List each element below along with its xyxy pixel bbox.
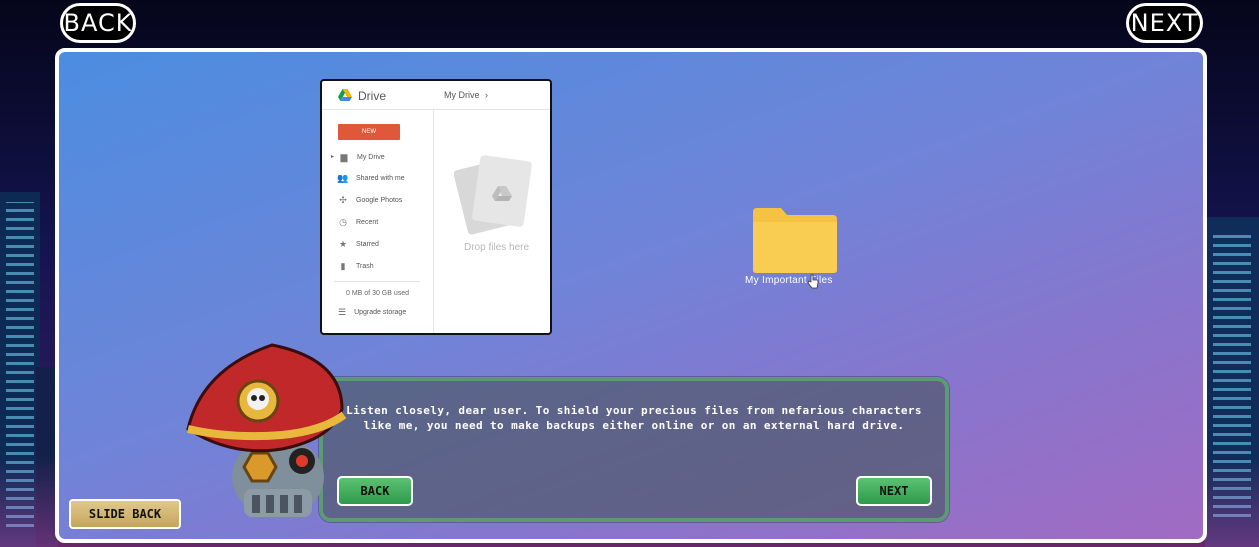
sidebar-item-recent[interactable]: ◷ Recent xyxy=(338,215,378,229)
storage-quota: 0 MB of 30 GB used xyxy=(346,290,410,297)
drive-new-button[interactable]: NEW xyxy=(338,124,400,140)
top-back-button[interactable]: BACK xyxy=(60,3,136,43)
slide-panel: Drive My Drive › NEW ▸ ▆ My Drive 👥 Shared… xyxy=(55,48,1207,543)
top-next-button[interactable]: NEXT xyxy=(1126,3,1203,43)
drive-breadcrumb[interactable]: My Drive › xyxy=(444,90,488,100)
sidebar-item-my-drive[interactable]: ▆ My Drive xyxy=(339,150,385,164)
drop-zone[interactable]: Drop files here xyxy=(434,110,550,333)
sidebar-item-google-photos[interactable]: ✣ Google Photos xyxy=(338,193,402,207)
clock-icon: ◷ xyxy=(339,216,347,227)
sidebar-divider xyxy=(334,281,420,282)
chevron-right-icon: › xyxy=(485,90,489,100)
folder-icon: ▆ xyxy=(340,151,348,162)
folder-icon[interactable] xyxy=(751,206,839,274)
pirate-skull-character xyxy=(186,343,347,517)
dialog-next-button[interactable]: NEXT xyxy=(856,476,932,506)
drive-sidebar: NEW ▸ ▆ My Drive 👥 Shared with me ✣ Google … xyxy=(322,110,434,333)
google-drive-screenshot: Drive My Drive › NEW ▸ ▆ My Drive 👥 Shared… xyxy=(320,79,552,335)
sidebar-item-shared-with-me[interactable]: 👥 Shared with me xyxy=(337,171,404,185)
drive-header: Drive My Drive › xyxy=(322,81,550,110)
folder-label[interactable]: My Important Files xyxy=(745,275,833,286)
slide-back-button[interactable]: SLIDE BACK xyxy=(69,499,181,529)
drop-files-text: Drop files here xyxy=(464,242,530,253)
drive-logo-icon xyxy=(338,89,352,101)
expand-arrow-icon[interactable]: ▸ xyxy=(331,153,334,160)
sidebar-item-starred[interactable]: ★ Starred xyxy=(338,237,379,251)
dialog-box: Listen closely, dear user. To shield you… xyxy=(319,377,949,522)
trash-icon: ▮ xyxy=(340,260,346,271)
sidebar-item-trash[interactable]: ▮ Trash xyxy=(338,259,374,273)
people-icon: 👥 xyxy=(337,172,349,183)
cursor-hand-icon xyxy=(807,274,819,289)
storage-icon: ☰ xyxy=(338,307,347,317)
pinwheel-icon: ✣ xyxy=(339,194,347,205)
dialog-text: Listen closely, dear user. To shield you… xyxy=(346,404,922,432)
star-icon: ★ xyxy=(338,238,348,249)
drop-files-icon xyxy=(454,155,532,235)
drive-title: Drive xyxy=(358,89,387,103)
upgrade-storage-link[interactable]: ☰ Upgrade storage xyxy=(338,307,406,318)
